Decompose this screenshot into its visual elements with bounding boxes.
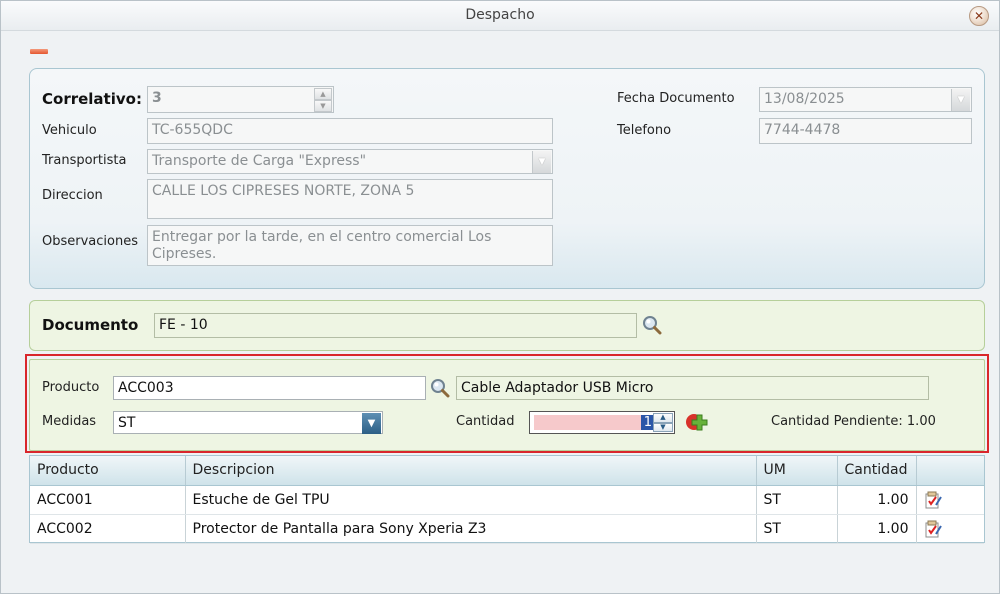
vehiculo-value: TC-655QDC — [152, 122, 233, 138]
correlativo-stepper[interactable]: 3 ▲ ▼ — [147, 86, 334, 113]
telefono-label: Telefono — [617, 123, 672, 138]
telefono-field[interactable]: 7744-4478 — [759, 118, 972, 144]
producto-label: Producto — [42, 380, 100, 395]
productos-grid: Producto Descripcion UM Cantidad ACC001 … — [29, 455, 985, 544]
edit-icon[interactable] — [924, 491, 942, 509]
documento-field[interactable]: FE - 10 — [154, 313, 637, 338]
cell-descripcion: Estuche de Gel TPU — [185, 485, 757, 515]
search-icon[interactable] — [430, 378, 450, 398]
transportista-select[interactable]: Transporte de Carga "Express" ▼ — [147, 149, 553, 174]
chevron-down-icon[interactable]: ▼ — [532, 151, 551, 173]
close-icon[interactable]: ✕ — [969, 6, 989, 26]
cantidad-stepper[interactable]: 1 ▲ ▼ — [529, 411, 675, 434]
documento-label: Documento — [42, 316, 139, 334]
cell-um: ST — [756, 485, 838, 515]
transportista-value: Transporte de Carga "Express" — [152, 153, 367, 169]
producto-input[interactable]: ACC003 — [113, 376, 426, 400]
chevron-down-icon[interactable]: ▼ — [362, 413, 381, 434]
direccion-field[interactable]: CALLE LOS CIPRESES NORTE, ZONA 5 — [147, 179, 553, 219]
spin-down-icon[interactable]: ▼ — [653, 422, 673, 432]
cantidad-value: 1 — [641, 415, 653, 430]
column-header-descripcion[interactable]: Descripcion — [185, 456, 757, 486]
column-header-actions — [916, 456, 984, 486]
observaciones-label: Observaciones — [42, 234, 138, 249]
column-header-um[interactable]: UM — [756, 456, 838, 486]
highlight-box — [25, 354, 989, 453]
add-icon[interactable] — [685, 412, 709, 432]
calendar-dropdown-icon[interactable]: ▼ — [951, 89, 970, 111]
transportista-label: Transportista — [42, 153, 127, 168]
producto-value: ACC003 — [118, 380, 174, 396]
vehiculo-label: Vehiculo — [42, 123, 97, 138]
cantidad-input-fill — [534, 415, 651, 430]
spin-down-icon[interactable]: ▼ — [314, 100, 332, 112]
cantidad-label: Cantidad — [456, 414, 515, 429]
descripcion-value: Cable Adaptador USB Micro — [461, 380, 654, 396]
direccion-label: Direccion — [42, 188, 103, 203]
observaciones-field[interactable]: Entregar por la tarde, en el centro come… — [147, 225, 553, 266]
correlativo-spin-buttons[interactable]: ▲ ▼ — [314, 88, 332, 112]
fecha-date-picker[interactable]: 13/08/2025 ▼ — [759, 87, 972, 112]
direccion-value: CALLE LOS CIPRESES NORTE, ZONA 5 — [152, 183, 415, 199]
table-row[interactable]: ACC001 Estuche de Gel TPU ST 1.00 — [30, 485, 984, 515]
window-title: Despacho — [465, 7, 535, 23]
cell-cantidad: 1.00 — [837, 514, 917, 544]
medidas-label: Medidas — [42, 414, 97, 429]
cantidad-pendiente-text: Cantidad Pendiente: 1.00 — [771, 414, 936, 429]
search-icon[interactable] — [642, 315, 662, 335]
despacho-window: Despacho ✕ Correlativo: 3 ▲ ▼ Vehiculo T… — [0, 0, 1000, 594]
collapse-icon[interactable] — [30, 49, 48, 54]
cell-actions — [916, 514, 984, 544]
observaciones-value: Entregar por la tarde, en el centro come… — [152, 229, 492, 262]
cell-cantidad: 1.00 — [837, 485, 917, 515]
column-header-cantidad[interactable]: Cantidad — [837, 456, 917, 486]
cantidad-spin-buttons[interactable]: ▲ ▼ — [653, 413, 673, 432]
spin-up-icon[interactable]: ▲ — [653, 413, 673, 423]
telefono-value: 7744-4478 — [764, 122, 841, 138]
cell-actions — [916, 485, 984, 515]
cell-producto: ACC002 — [30, 514, 186, 544]
table-row[interactable]: ACC002 Protector de Pantalla para Sony X… — [30, 514, 984, 544]
documento-value: FE - 10 — [159, 317, 208, 333]
cell-producto: ACC001 — [30, 485, 186, 515]
spin-up-icon[interactable]: ▲ — [314, 88, 332, 100]
correlativo-value: 3 — [152, 90, 162, 106]
edit-icon[interactable] — [924, 520, 942, 538]
correlativo-label: Correlativo: — [42, 90, 142, 108]
medidas-value: ST — [118, 415, 136, 431]
productos-table: Producto Descripcion UM Cantidad ACC001 … — [30, 456, 984, 544]
cell-descripcion: Protector de Pantalla para Sony Xperia Z… — [185, 514, 757, 544]
fecha-label: Fecha Documento — [617, 91, 735, 106]
descripcion-field: Cable Adaptador USB Micro — [456, 376, 929, 400]
column-header-producto[interactable]: Producto — [30, 456, 186, 486]
vehiculo-field[interactable]: TC-655QDC — [147, 118, 553, 144]
medidas-select[interactable]: ST ▼ — [113, 411, 383, 434]
table-header-row: Producto Descripcion UM Cantidad — [30, 456, 984, 486]
cell-um: ST — [756, 514, 838, 544]
fecha-value: 13/08/2025 — [764, 91, 845, 107]
title-bar: Despacho — [1, 1, 999, 31]
